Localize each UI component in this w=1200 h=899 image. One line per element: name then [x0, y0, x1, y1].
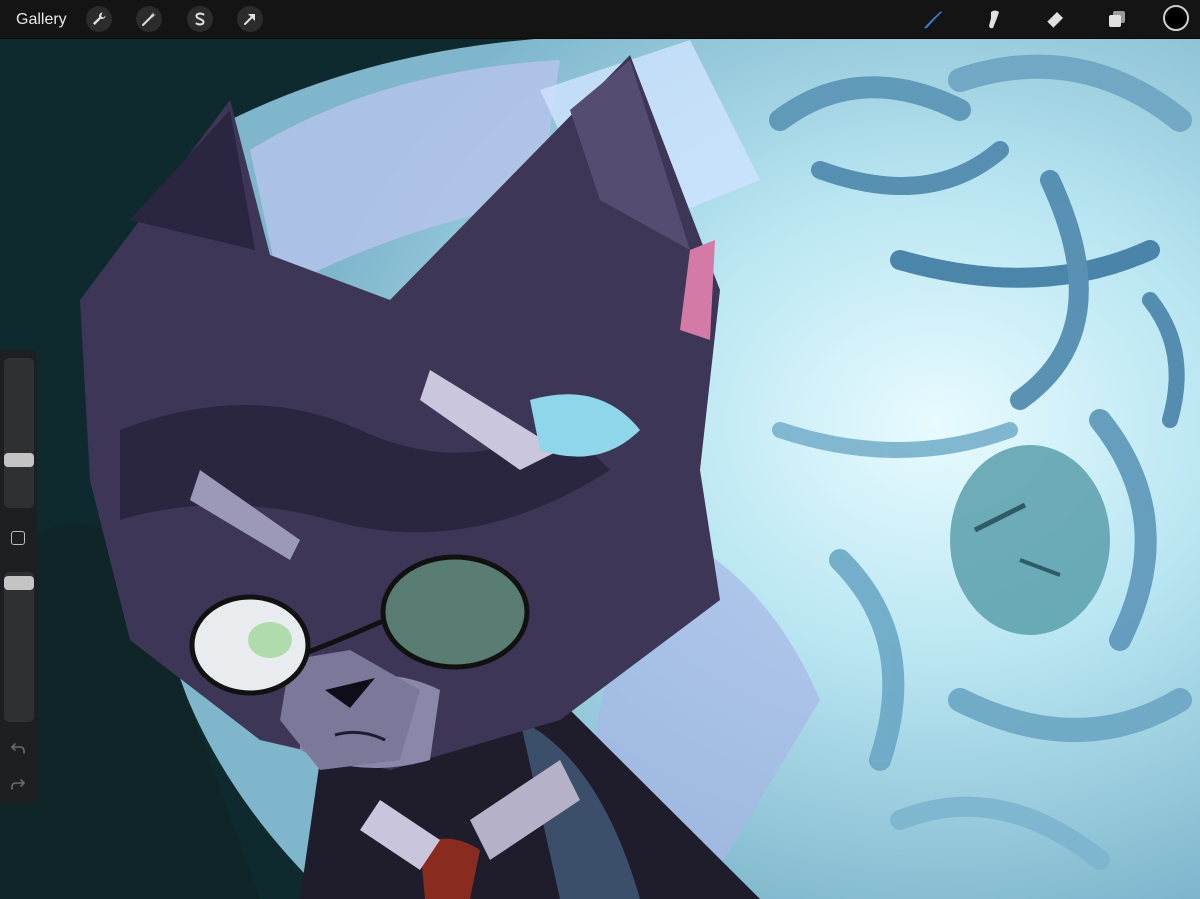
brush-icon: [924, 11, 942, 29]
transform-button[interactable]: [237, 6, 263, 32]
drawing-canvas[interactable]: [0, 0, 1200, 899]
paint-tool-button[interactable]: [919, 5, 947, 33]
modify-button[interactable]: [11, 531, 25, 545]
color-swatch-button[interactable]: [1163, 5, 1189, 31]
wrench-icon: [93, 12, 106, 25]
adjustments-button[interactable]: [136, 6, 162, 32]
gallery-button[interactable]: Gallery: [16, 10, 67, 30]
undo-icon: [10, 743, 25, 754]
redo-icon: [11, 779, 26, 790]
arrow-cursor-icon: [244, 14, 255, 25]
opacity-slider[interactable]: [4, 572, 34, 722]
eraser-icon: [1046, 12, 1063, 29]
smudge-tool-button[interactable]: [980, 5, 1008, 33]
brush-size-slider-thumb[interactable]: [4, 453, 34, 467]
top-toolbar: Gallery: [0, 0, 1200, 39]
erase-tool-button[interactable]: [1041, 5, 1069, 33]
brush-size-slider[interactable]: [4, 358, 34, 508]
selection-button[interactable]: [187, 6, 213, 32]
left-sidebar: [0, 350, 37, 804]
layers-button[interactable]: [1103, 5, 1131, 33]
magic-wand-icon: [142, 12, 156, 26]
selection-s-icon: [195, 12, 205, 26]
actions-button[interactable]: [86, 6, 112, 32]
smudge-icon: [989, 10, 999, 29]
undo-button[interactable]: [8, 738, 28, 758]
opacity-slider-thumb[interactable]: [4, 576, 34, 590]
layers-icon: [1109, 11, 1125, 27]
redo-button[interactable]: [8, 774, 28, 794]
artwork: [0, 35, 1200, 899]
